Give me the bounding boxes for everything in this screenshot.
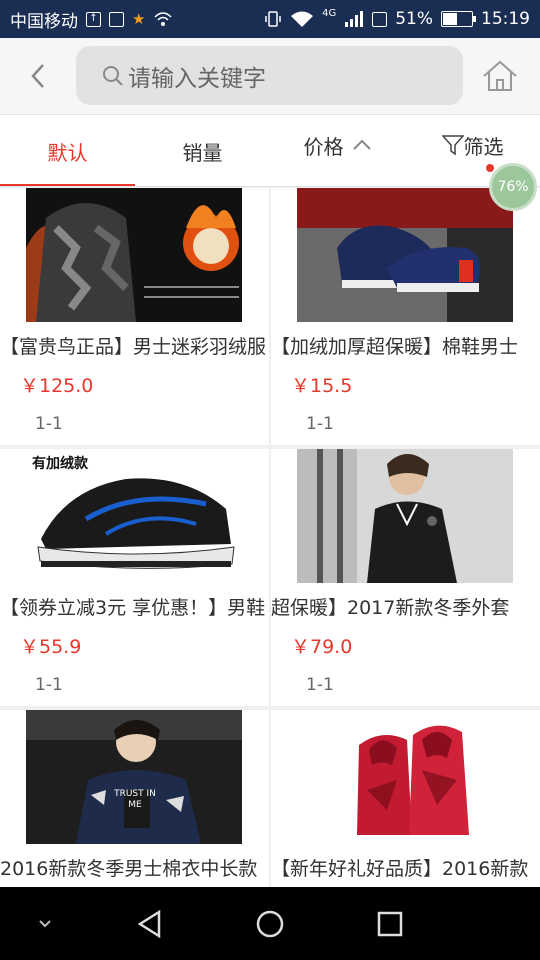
square-recents-icon <box>377 911 403 936</box>
status-bar: 中国移动 ↑ ★ 4G 51% 15:19 <box>0 0 540 38</box>
notification-icon: ↑ <box>86 11 101 27</box>
product-title: 【新年好礼好品质】2016新款 <box>271 858 529 880</box>
product-grid: 【富贵鸟正品】男士迷彩羽绒服 ￥125.0 1-1 【加绒加厚超保暖】棉鞋男士 … <box>0 188 540 887</box>
sort-tabs: 默认 销量 价格 筛选 <box>0 114 540 187</box>
product-image: 有加绒款 <box>26 449 242 583</box>
tab-sales[interactable]: 销量 <box>135 115 270 187</box>
back-button[interactable] <box>0 38 76 114</box>
product-meta: 1-1 <box>306 414 334 434</box>
product-title: 【领券立减3元 享优惠！】男鞋 <box>0 597 266 619</box>
network-type: 4G <box>322 7 337 19</box>
filter-icon <box>441 135 464 156</box>
product-title: 【富贵鸟正品】男士迷彩羽绒服 <box>0 336 267 358</box>
product-price: ￥125.0 <box>20 375 94 397</box>
product-card[interactable]: 有加绒款 【领券立减3元 享优惠！】男鞋 ￥55.9 1-1 <box>0 449 269 706</box>
chevron-left-icon <box>31 64 44 88</box>
tab-label: 价格 <box>303 134 344 159</box>
star-icon: ★ <box>132 10 146 28</box>
product-image <box>297 188 513 322</box>
product-image <box>26 188 242 322</box>
product-card[interactable]: 【富贵鸟正品】男士迷彩羽绒服 ￥125.0 1-1 <box>0 188 269 445</box>
home-button[interactable] <box>480 58 520 94</box>
nav-collapse-button[interactable] <box>20 887 70 960</box>
product-image <box>297 449 513 583</box>
image-text: TRUST IN ME <box>114 789 156 810</box>
header: 请输入关键字 <box>0 38 540 114</box>
product-image: TRUST IN ME <box>26 710 242 844</box>
system-nav-bar <box>0 887 540 960</box>
progress-badge[interactable]: 76% <box>489 163 537 211</box>
nav-recents-button[interactable] <box>365 887 415 960</box>
tab-price[interactable]: 价格 <box>270 109 405 181</box>
battery-icon <box>441 11 476 27</box>
search-placeholder: 请输入关键字 <box>128 65 266 92</box>
tab-default[interactable]: 默认 <box>0 115 135 187</box>
product-image <box>297 710 513 844</box>
nav-home-button[interactable] <box>245 887 295 960</box>
battery-fill <box>443 13 457 25</box>
chevron-up-icon <box>352 139 371 150</box>
product-title: 超保暖】2017新款冬季外套 <box>271 597 510 619</box>
active-tab-indicator <box>0 184 135 186</box>
image-notification-icon <box>109 11 124 27</box>
product-meta: 1-1 <box>35 675 63 695</box>
signal-icon <box>345 11 364 27</box>
tab-label: 筛选 <box>463 134 504 159</box>
product-title: 【加绒加厚超保暖】棉鞋男士 <box>271 336 519 358</box>
search-input[interactable]: 请输入关键字 <box>76 46 463 105</box>
wifi-icon <box>291 11 314 27</box>
notification-dot <box>486 164 494 172</box>
nav-back-button[interactable] <box>125 887 175 960</box>
product-price: ￥55.9 <box>20 636 82 658</box>
battery-percent: 51% <box>395 9 433 29</box>
product-card[interactable]: 超保暖】2017新款冬季外套 ￥79.0 1-1 <box>271 449 540 706</box>
home-icon <box>483 60 517 91</box>
hotspot-icon <box>154 12 172 26</box>
clock: 15:19 <box>481 9 530 29</box>
carrier-label: 中国移动 <box>10 11 78 32</box>
product-meta: 1-1 <box>306 675 334 695</box>
product-price: ￥15.5 <box>291 375 353 397</box>
vibrate-icon <box>265 11 281 27</box>
product-price: ￥79.0 <box>291 636 353 658</box>
product-title: 2016新款冬季男士棉衣中长款 <box>0 858 258 880</box>
product-card[interactable]: 【新年好礼好品质】2016新款 <box>271 710 540 887</box>
chevron-down-icon <box>39 919 51 927</box>
search-icon <box>103 65 123 86</box>
image-label: 有加绒款 <box>32 456 88 472</box>
triangle-back-icon <box>137 909 161 938</box>
product-meta: 1-1 <box>35 414 63 434</box>
product-card[interactable]: 【加绒加厚超保暖】棉鞋男士 ￥15.5 1-1 <box>271 188 540 445</box>
circle-home-icon <box>256 910 284 937</box>
sim-icon <box>372 11 388 27</box>
product-card[interactable]: TRUST IN ME 2016新款冬季男士棉衣中长款 <box>0 710 269 887</box>
tab-label: 默认 <box>47 140 88 165</box>
tab-label: 销量 <box>182 140 223 165</box>
